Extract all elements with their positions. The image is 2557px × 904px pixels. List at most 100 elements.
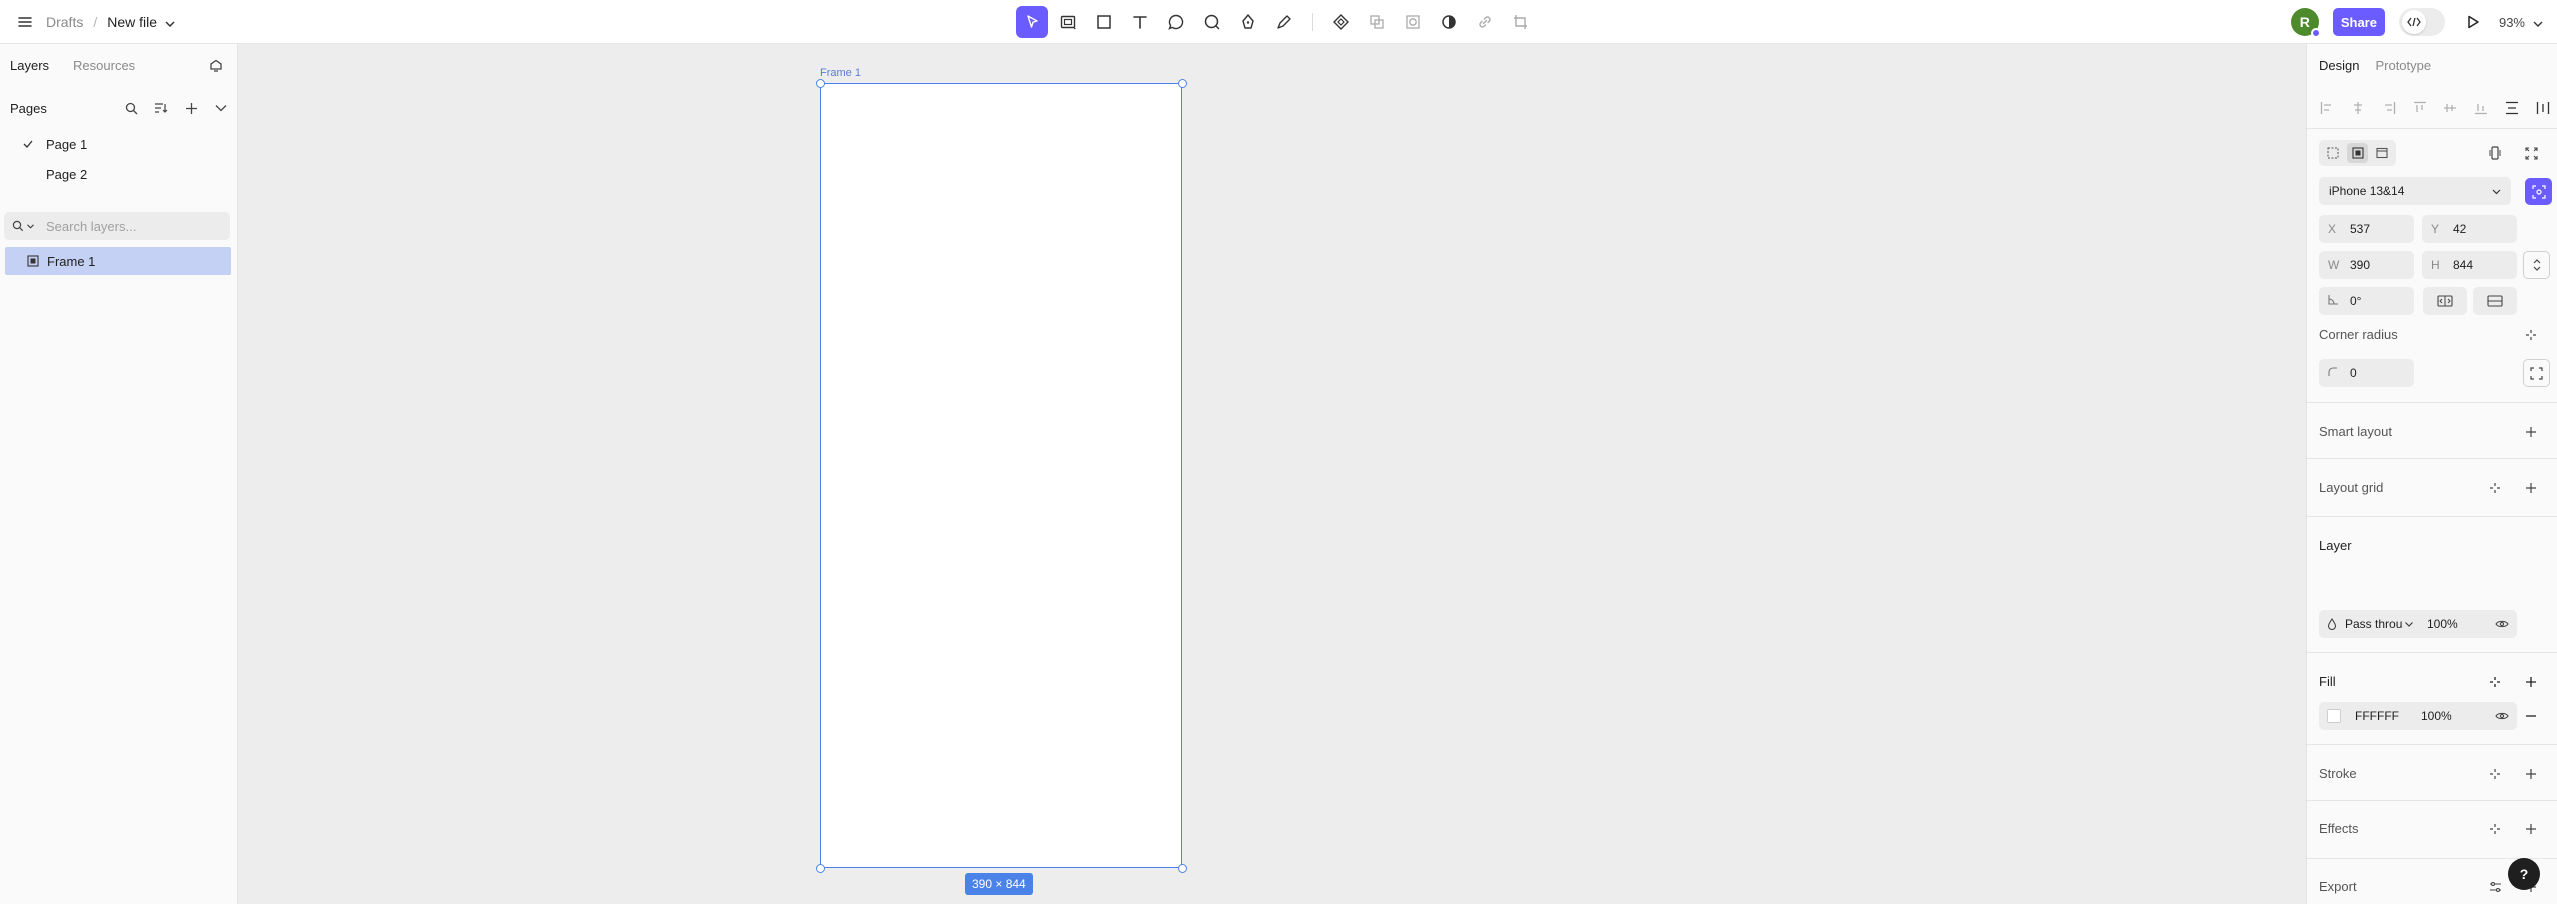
fill-hex[interactable]: FFFFFF (2355, 709, 2421, 723)
add-page-icon[interactable] (182, 99, 200, 117)
rotation-input[interactable] (2350, 294, 2400, 308)
file-breadcrumb: Drafts / New file (14, 0, 175, 44)
align-center-h-icon[interactable] (2348, 98, 2368, 118)
add-effect-icon[interactable] (2519, 817, 2543, 841)
eye-icon[interactable] (2495, 711, 2509, 721)
design-canvas[interactable]: Frame 1 390 × 844 (239, 44, 2306, 904)
share-button[interactable]: Share (2332, 8, 2385, 36)
export-settings-icon[interactable] (2483, 875, 2507, 899)
align-right-icon[interactable] (2379, 98, 2399, 118)
resize-handle-bottom-left[interactable] (815, 863, 825, 873)
resize-handle-top-right[interactable] (1177, 78, 1187, 88)
search-layers-input[interactable] (46, 218, 206, 234)
search-icon[interactable] (122, 99, 140, 117)
corner-radius-input[interactable] (2350, 366, 2400, 380)
ellipse-tool-icon[interactable] (1196, 6, 1228, 38)
resize-handle-bottom-right[interactable] (1177, 863, 1187, 873)
tab-resources[interactable]: Resources (73, 58, 135, 73)
orientation-icon[interactable] (2483, 141, 2507, 165)
grid-styles-icon[interactable] (2483, 476, 2507, 500)
fill-opacity[interactable]: 100% (2421, 709, 2452, 723)
panel-divider (2307, 744, 2557, 745)
independent-corners-icon[interactable] (2523, 359, 2550, 387)
y-input[interactable] (2453, 222, 2503, 236)
height-field: H (2422, 251, 2517, 279)
align-top-icon[interactable] (2410, 98, 2430, 118)
eye-icon[interactable] (2495, 619, 2509, 629)
align-center-v-icon[interactable] (2440, 98, 2460, 118)
sort-pages-icon[interactable] (152, 99, 170, 117)
layer-item-frame-1[interactable]: Frame 1 (5, 247, 231, 275)
tab-layers[interactable]: Layers (10, 58, 49, 73)
link-icon[interactable] (1469, 6, 1501, 38)
search-icon[interactable] (12, 220, 34, 232)
page-item-1[interactable]: Page 1 (10, 132, 230, 156)
frame-tool-icon[interactable] (1052, 6, 1084, 38)
presence-dot (2310, 28, 2321, 38)
align-bottom-icon[interactable] (2471, 98, 2491, 118)
stroke-styles-icon[interactable] (2483, 762, 2507, 786)
play-icon[interactable] (2459, 8, 2487, 36)
component-icon[interactable] (1325, 6, 1357, 38)
panel-divider (2307, 402, 2557, 403)
fit-to-content-icon[interactable] (2519, 141, 2543, 165)
code-view-toggle[interactable] (2398, 8, 2445, 36)
flip-vertical-icon[interactable] (2473, 287, 2517, 315)
resize-handle-top-left[interactable] (815, 78, 825, 88)
tab-prototype[interactable]: Prototype (2375, 58, 2431, 73)
fill-color-swatch[interactable] (2327, 709, 2341, 723)
add-stroke-icon[interactable] (2519, 762, 2543, 786)
comment-tool-icon[interactable] (1160, 6, 1192, 38)
distribute-vertical-icon[interactable] (2533, 98, 2553, 118)
add-layout-grid-icon[interactable] (2519, 476, 2543, 500)
fill-styles-icon[interactable] (2483, 670, 2507, 694)
help-button[interactable]: ? (2508, 858, 2540, 890)
corner-radius-field (2319, 359, 2414, 387)
pen-tool-icon[interactable] (1232, 6, 1264, 38)
free-frame-icon[interactable] (2322, 143, 2344, 163)
menu-icon[interactable] (14, 11, 36, 33)
effects-section-title: Effects (2319, 821, 2359, 836)
rectangle-tool-icon[interactable] (1088, 6, 1120, 38)
section-frame-icon[interactable] (2371, 143, 2393, 163)
move-tool-icon[interactable] (1016, 6, 1048, 38)
frame-1-artboard[interactable] (815, 78, 1187, 873)
frame-focus-icon[interactable] (2525, 178, 2552, 205)
design-panel: Design Prototype iPhone 13&14 X Y W (2306, 44, 2557, 904)
mask-icon[interactable] (1397, 6, 1429, 38)
breadcrumb-drafts[interactable]: Drafts (46, 14, 83, 30)
user-avatar[interactable]: R (2290, 8, 2321, 38)
blend-mode-dropdown[interactable]: Pass throu 100% (2319, 610, 2517, 638)
zoom-dropdown[interactable]: 93% (2499, 15, 2547, 30)
boolean-icon[interactable] (1361, 6, 1393, 38)
add-fill-icon[interactable] (2519, 670, 2543, 694)
width-input[interactable] (2350, 258, 2400, 272)
layer-opacity[interactable]: 100% (2427, 617, 2458, 631)
device-frame-icon[interactable] (2346, 143, 2369, 163)
detach-radius-icon[interactable] (2519, 323, 2543, 347)
tab-design[interactable]: Design (2319, 58, 2359, 73)
file-name-dropdown[interactable]: New file (107, 14, 175, 30)
device-preset-dropdown[interactable]: iPhone 13&14 (2319, 177, 2511, 205)
align-left-icon[interactable] (2317, 98, 2337, 118)
flip-horizontal-icon[interactable] (2423, 287, 2467, 315)
contrast-icon[interactable] (1433, 6, 1465, 38)
pencil-tool-icon[interactable] (1268, 6, 1300, 38)
x-input[interactable] (2350, 222, 2400, 236)
plugin-icon[interactable] (206, 56, 226, 76)
panel-divider (2307, 800, 2557, 801)
distribute-horizontal-icon[interactable] (2502, 98, 2522, 118)
page-item-2[interactable]: Page 2 (10, 162, 230, 186)
text-tool-icon[interactable] (1124, 6, 1156, 38)
collapse-pages-icon[interactable] (212, 99, 230, 117)
height-input[interactable] (2453, 258, 2503, 272)
add-smart-layout-icon[interactable] (2519, 420, 2543, 444)
effect-styles-icon[interactable] (2483, 817, 2507, 841)
image-crop-icon[interactable] (1505, 6, 1537, 38)
right-panel-tabs: Design Prototype (2319, 58, 2431, 73)
lock-aspect-ratio-icon[interactable] (2523, 251, 2550, 279)
layer-section-title: Layer (2319, 538, 2352, 553)
fill-row: FFFFFF 100% (2319, 702, 2517, 730)
frame-label[interactable]: Frame 1 (820, 67, 861, 79)
remove-fill-icon[interactable] (2519, 704, 2543, 728)
